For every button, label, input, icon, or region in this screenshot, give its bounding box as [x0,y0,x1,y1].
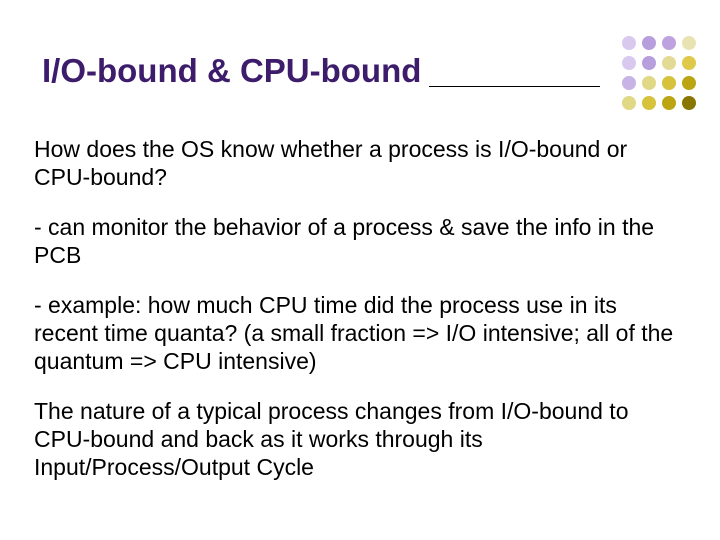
dot-icon [642,96,656,110]
paragraph: How does the OS know whether a process i… [34,135,686,191]
dot-icon [622,56,636,70]
dot-icon [662,36,676,50]
dot-icon [642,56,656,70]
dot-icon [682,36,696,50]
decorative-dot-grid [622,36,696,110]
dot-icon [682,76,696,90]
dot-icon [682,56,696,70]
dot-icon [622,76,636,90]
dot-icon [682,96,696,110]
paragraph: - example: how much CPU time did the pro… [34,291,686,375]
dot-icon [622,96,636,110]
title-row: I/O-bound & CPU-bound [42,52,720,90]
paragraph: The nature of a typical process changes … [34,397,686,481]
slide-title: I/O-bound & CPU-bound [42,52,421,90]
title-underline [429,86,600,87]
slide-body: How does the OS know whether a process i… [34,135,686,481]
dot-icon [642,36,656,50]
dot-icon [642,76,656,90]
dot-icon [662,56,676,70]
dot-icon [662,76,676,90]
dot-icon [622,36,636,50]
dot-icon [662,96,676,110]
paragraph: - can monitor the behavior of a process … [34,213,686,269]
